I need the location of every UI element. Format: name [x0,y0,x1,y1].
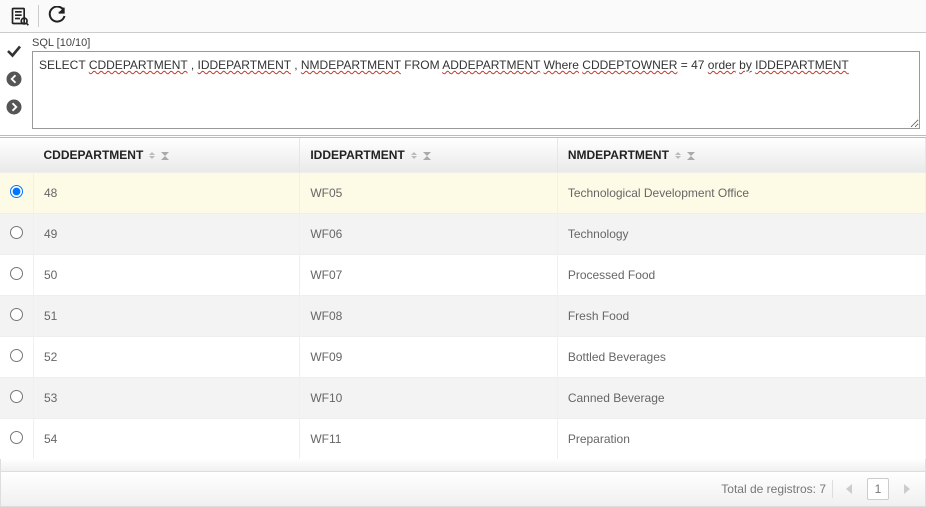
row-radio[interactable] [10,267,23,280]
page-next-button[interactable] [895,478,917,500]
table-row[interactable]: 52WF09Bottled Beverages [0,337,926,378]
next-history-button[interactable] [2,95,26,119]
cell-id: WF09 [300,337,558,378]
cell-cd: 48 [34,173,300,214]
total-records-label: Total de registros: 7 [721,482,826,496]
cell-nm: Technological Development Office [557,173,925,214]
cell-id: WF07 [300,255,558,296]
row-radio[interactable] [10,390,23,403]
sql-panel: SQL [10/10] SELECT CDDEPARTMENT , IDDEPA… [0,33,926,138]
row-radio-cell[interactable] [0,296,34,337]
table-row[interactable]: 54WF11Preparation [0,419,926,460]
row-radio-cell[interactable] [0,214,34,255]
row-radio[interactable] [10,226,23,239]
cell-nm: Technology [557,214,925,255]
row-radio-cell[interactable] [0,337,34,378]
cell-nm: Processed Food [557,255,925,296]
cell-nm: Fresh Food [557,296,925,337]
row-radio[interactable] [10,185,23,198]
cell-id: WF08 [300,296,558,337]
header-iddepartment[interactable]: IDDEPARTMENT [300,138,558,173]
execute-button[interactable] [2,39,26,63]
sql-textarea[interactable]: SELECT CDDEPARTMENT , IDDEPARTMENT , NMD… [32,51,920,129]
header-cddepartment[interactable]: CDDEPARTMENT [34,138,300,173]
cell-nm: Preparation [557,419,925,460]
cell-cd: 53 [34,378,300,419]
cell-id: WF11 [300,419,558,460]
cell-cd: 49 [34,214,300,255]
row-radio[interactable] [10,431,23,444]
footer-divider [832,480,833,498]
row-radio-cell[interactable] [0,255,34,296]
cell-cd: 54 [34,419,300,460]
refresh-button[interactable] [45,4,69,28]
row-radio-cell[interactable] [0,173,34,214]
results-view-button[interactable] [8,4,32,28]
table-body: 48WF05Technological Development Office49… [0,173,926,460]
row-radio[interactable] [10,308,23,321]
cell-cd: 51 [34,296,300,337]
results-table: CDDEPARTMENT IDDEPARTMENT NMDEPARTMENT 4… [0,138,926,459]
header-radio-col [0,138,34,173]
sql-counter-label: SQL [10/10] [32,37,920,49]
table-footer-spacer [0,459,926,471]
cell-nm: Canned Beverage [557,378,925,419]
cell-id: WF05 [300,173,558,214]
cell-cd: 50 [34,255,300,296]
table-header: CDDEPARTMENT IDDEPARTMENT NMDEPARTMENT [0,138,926,173]
page-current[interactable]: 1 [867,478,889,500]
table-row[interactable]: 53WF10Canned Beverage [0,378,926,419]
row-radio-cell[interactable] [0,419,34,460]
cell-cd: 52 [34,337,300,378]
cell-id: WF06 [300,214,558,255]
prev-history-button[interactable] [2,67,26,91]
table-row[interactable]: 48WF05Technological Development Office [0,173,926,214]
table-row[interactable]: 49WF06Technology [0,214,926,255]
cell-nm: Bottled Beverages [557,337,925,378]
top-toolbar [0,0,926,33]
cell-id: WF10 [300,378,558,419]
header-nmdepartment[interactable]: NMDEPARTMENT [557,138,925,173]
toolbar-divider [38,5,39,27]
row-radio[interactable] [10,349,23,362]
table-row[interactable]: 51WF08Fresh Food [0,296,926,337]
page-prev-button[interactable] [839,478,861,500]
sql-side-buttons [0,33,28,135]
row-radio-cell[interactable] [0,378,34,419]
table-row[interactable]: 50WF07Processed Food [0,255,926,296]
